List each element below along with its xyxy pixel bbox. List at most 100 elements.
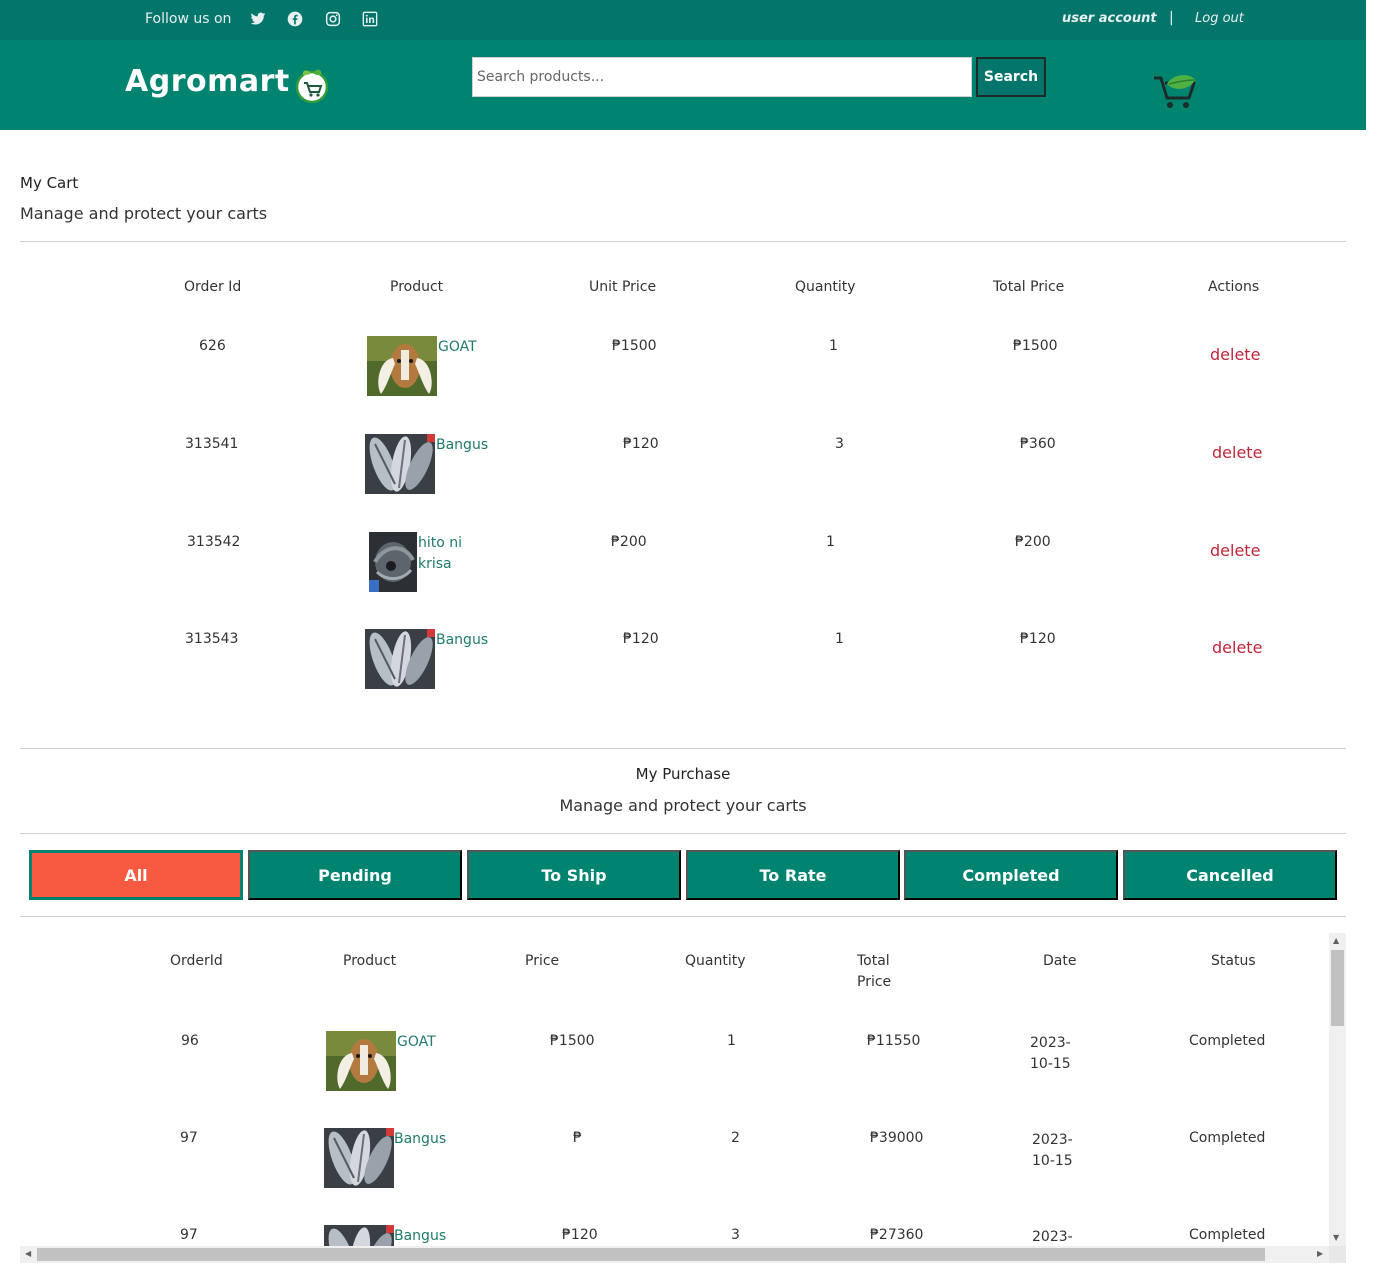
cart-order-id: 313541 <box>185 436 239 452</box>
purchase-total: ₱27360 <box>870 1227 924 1243</box>
purchase-quantity: 3 <box>731 1227 740 1243</box>
cart-unit-price: ₱120 <box>623 436 659 452</box>
tabs-divider <box>20 916 1346 917</box>
vertical-scroll-thumb[interactable] <box>1331 950 1344 1026</box>
purchase-product-link[interactable]: GOAT <box>397 1032 436 1053</box>
purchase-order-id: 97 <box>180 1130 198 1146</box>
tab-completed[interactable]: Completed <box>904 850 1118 900</box>
purchase-title: My Purchase <box>635 765 731 783</box>
purchase-top-divider <box>20 748 1346 749</box>
cart-total-price: ₱360 <box>1020 436 1056 452</box>
cart-quantity: 1 <box>829 338 838 354</box>
purchase-total: ₱39000 <box>870 1130 924 1146</box>
scrollbar-corner <box>1329 1246 1346 1263</box>
bangus-product-image[interactable] <box>365 434 435 494</box>
purchase-date: 2023- 10-15 <box>1032 1130 1073 1172</box>
delete-button[interactable]: delete <box>1210 345 1260 364</box>
twitter-icon[interactable] <box>250 11 266 27</box>
cart-product-link[interactable]: GOAT <box>438 337 477 358</box>
cart-header-product: Product <box>390 279 444 295</box>
search-button[interactable]: Search <box>976 57 1046 97</box>
scroll-down-icon[interactable]: ▼ <box>1333 1233 1339 1242</box>
delete-button[interactable]: delete <box>1212 638 1262 657</box>
cart-product-link[interactable]: Bangus <box>436 630 488 651</box>
hito-product-image[interactable] <box>369 532 417 592</box>
purchase-order-id: 96 <box>181 1033 199 1049</box>
cart-order-id: 626 <box>199 338 226 354</box>
cart-product-link[interactable]: hito ni krisa <box>418 533 462 575</box>
purchase-quantity: 1 <box>727 1033 736 1049</box>
purchase-header-total: Total <box>857 953 890 969</box>
cart-quantity: 3 <box>835 436 844 452</box>
purchase-header-date: Date <box>1043 953 1077 969</box>
date-line: 2023- <box>1030 1035 1071 1051</box>
logout-link[interactable]: Log out <box>1195 11 1244 26</box>
user-account-link[interactable]: user account <box>1062 11 1157 26</box>
cart-unit-price: ₱120 <box>623 631 659 647</box>
cart-divider <box>20 241 1346 242</box>
purchase-price: ₱120 <box>562 1227 598 1243</box>
horizontal-scrollbar[interactable]: ◀ ▶ <box>20 1246 1329 1263</box>
scroll-left-icon[interactable]: ◀ <box>25 1249 31 1258</box>
purchase-header-product: Product <box>343 953 397 969</box>
top-bar-separator: | <box>1169 10 1174 26</box>
cart-product-link[interactable]: Bangus <box>436 435 488 456</box>
purchase-date: 2023- <box>1032 1227 1073 1248</box>
date-line: 10-15 <box>1032 1153 1073 1169</box>
purchase-header-quantity: Quantity <box>685 953 746 969</box>
tab-cancelled[interactable]: Cancelled <box>1123 850 1337 900</box>
cart-total-price: ₱200 <box>1015 534 1051 550</box>
goat-product-image[interactable] <box>326 1031 396 1091</box>
tab-to-ship[interactable]: To Ship <box>467 850 681 900</box>
cart-quantity: 1 <box>835 631 844 647</box>
purchase-order-id: 97 <box>180 1227 198 1243</box>
date-line: 2023- <box>1032 1229 1073 1245</box>
cart-header-order-id: Order Id <box>184 279 242 295</box>
cart-unit-price: ₱200 <box>611 534 647 550</box>
tab-pending[interactable]: Pending <box>248 850 462 900</box>
purchase-price: ₱1500 <box>550 1033 595 1049</box>
delete-button[interactable]: delete <box>1212 443 1262 462</box>
cart-header-actions: Actions <box>1208 279 1260 295</box>
tab-to-rate[interactable]: To Rate <box>686 850 900 900</box>
cart-header-unit-price: Unit Price <box>589 279 657 295</box>
bangus-product-image[interactable] <box>365 629 435 689</box>
cart-header-total-price: Total Price <box>993 279 1065 295</box>
purchase-price: ₱ <box>573 1130 582 1146</box>
purchase-header-total-price: Price <box>857 974 892 990</box>
cart-order-id: 313542 <box>187 534 241 550</box>
delete-button[interactable]: delete <box>1210 541 1260 560</box>
purchase-product-link[interactable]: Bangus <box>394 1129 446 1150</box>
brand-logo-icon[interactable] <box>294 67 330 104</box>
product-name-line: krisa <box>418 556 452 572</box>
purchase-header-status: Status <box>1211 953 1256 969</box>
date-line: 2023- <box>1032 1132 1073 1148</box>
purchase-subtitle: Manage and protect your carts <box>559 796 807 815</box>
linkedin-icon[interactable] <box>362 11 378 27</box>
top-bar: Follow us on user account | Log out <box>0 0 1366 40</box>
purchase-header-order-id: OrderId <box>170 953 223 969</box>
search-input[interactable] <box>472 57 972 97</box>
scroll-right-icon[interactable]: ▶ <box>1317 1249 1323 1258</box>
purchase-product-link[interactable]: Bangus <box>394 1226 446 1247</box>
purchase-total: ₱11550 <box>867 1033 921 1049</box>
goat-product-image[interactable] <box>367 336 437 396</box>
facebook-icon[interactable] <box>287 11 303 27</box>
purchase-header-price: Price <box>525 953 560 969</box>
brand-logo-text[interactable]: Agromart <box>125 64 290 99</box>
vertical-scrollbar[interactable]: ▲ ▼ <box>1329 933 1346 1246</box>
instagram-icon[interactable] <box>325 11 341 27</box>
purchase-table: OrderId Product Price Quantity Total Pri… <box>20 933 1346 1263</box>
cart-subtitle: Manage and protect your carts <box>20 204 268 223</box>
cart-total-price: ₱120 <box>1020 631 1056 647</box>
purchase-quantity: 2 <box>731 1130 740 1146</box>
horizontal-scroll-thumb[interactable] <box>37 1248 1265 1261</box>
bangus-product-image[interactable] <box>324 1128 394 1188</box>
cart-header-quantity: Quantity <box>795 279 856 295</box>
scroll-up-icon[interactable]: ▲ <box>1333 936 1339 945</box>
cart-order-id: 313543 <box>185 631 239 647</box>
purchase-date: 2023- 10-15 <box>1030 1033 1071 1075</box>
shopping-cart-icon[interactable] <box>1150 70 1200 112</box>
date-line: 10-15 <box>1030 1056 1071 1072</box>
tab-all[interactable]: All <box>29 850 243 900</box>
